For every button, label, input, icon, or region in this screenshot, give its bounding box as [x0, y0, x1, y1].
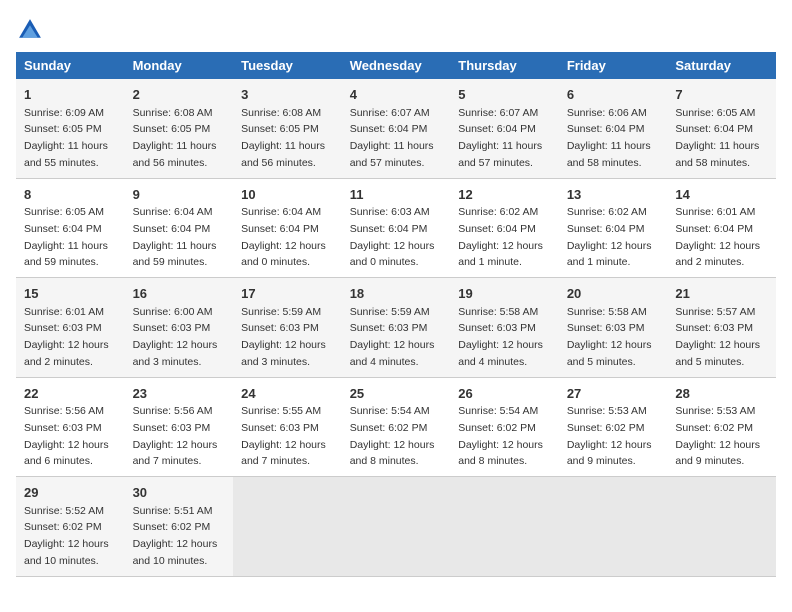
calendar-day: 16Sunrise: 6:00 AM Sunset: 6:03 PM Dayli…: [125, 278, 234, 378]
col-header-friday: Friday: [559, 52, 668, 79]
calendar-day: [667, 477, 776, 577]
calendar-day: 5Sunrise: 6:07 AM Sunset: 6:04 PM Daylig…: [450, 79, 559, 178]
calendar-table: SundayMondayTuesdayWednesdayThursdayFrid…: [16, 52, 776, 577]
calendar-day: 30Sunrise: 5:51 AM Sunset: 6:02 PM Dayli…: [125, 477, 234, 577]
col-header-wednesday: Wednesday: [342, 52, 451, 79]
calendar-day: 7Sunrise: 6:05 AM Sunset: 6:04 PM Daylig…: [667, 79, 776, 178]
calendar-day: 27Sunrise: 5:53 AM Sunset: 6:02 PM Dayli…: [559, 377, 668, 477]
col-header-monday: Monday: [125, 52, 234, 79]
col-header-sunday: Sunday: [16, 52, 125, 79]
col-header-thursday: Thursday: [450, 52, 559, 79]
calendar-day: 4Sunrise: 6:07 AM Sunset: 6:04 PM Daylig…: [342, 79, 451, 178]
header-row: SundayMondayTuesdayWednesdayThursdayFrid…: [16, 52, 776, 79]
calendar-day: 18Sunrise: 5:59 AM Sunset: 6:03 PM Dayli…: [342, 278, 451, 378]
calendar-header: SundayMondayTuesdayWednesdayThursdayFrid…: [16, 52, 776, 79]
col-header-tuesday: Tuesday: [233, 52, 342, 79]
logo: [16, 16, 48, 44]
calendar-day: 14Sunrise: 6:01 AM Sunset: 6:04 PM Dayli…: [667, 178, 776, 278]
col-header-saturday: Saturday: [667, 52, 776, 79]
calendar-day: 15Sunrise: 6:01 AM Sunset: 6:03 PM Dayli…: [16, 278, 125, 378]
week-row: 22Sunrise: 5:56 AM Sunset: 6:03 PM Dayli…: [16, 377, 776, 477]
calendar-day: 21Sunrise: 5:57 AM Sunset: 6:03 PM Dayli…: [667, 278, 776, 378]
calendar-day: 24Sunrise: 5:55 AM Sunset: 6:03 PM Dayli…: [233, 377, 342, 477]
calendar-day: 9Sunrise: 6:04 AM Sunset: 6:04 PM Daylig…: [125, 178, 234, 278]
calendar-day: 23Sunrise: 5:56 AM Sunset: 6:03 PM Dayli…: [125, 377, 234, 477]
calendar-day: 2Sunrise: 6:08 AM Sunset: 6:05 PM Daylig…: [125, 79, 234, 178]
calendar-day: 3Sunrise: 6:08 AM Sunset: 6:05 PM Daylig…: [233, 79, 342, 178]
calendar-day: 29Sunrise: 5:52 AM Sunset: 6:02 PM Dayli…: [16, 477, 125, 577]
calendar-day: 1Sunrise: 6:09 AM Sunset: 6:05 PM Daylig…: [16, 79, 125, 178]
week-row: 15Sunrise: 6:01 AM Sunset: 6:03 PM Dayli…: [16, 278, 776, 378]
week-row: 8Sunrise: 6:05 AM Sunset: 6:04 PM Daylig…: [16, 178, 776, 278]
page-header: [16, 16, 776, 44]
calendar-day: 10Sunrise: 6:04 AM Sunset: 6:04 PM Dayli…: [233, 178, 342, 278]
calendar-body: 1Sunrise: 6:09 AM Sunset: 6:05 PM Daylig…: [16, 79, 776, 576]
calendar-day: [450, 477, 559, 577]
calendar-day: 8Sunrise: 6:05 AM Sunset: 6:04 PM Daylig…: [16, 178, 125, 278]
calendar-day: 22Sunrise: 5:56 AM Sunset: 6:03 PM Dayli…: [16, 377, 125, 477]
calendar-day: 6Sunrise: 6:06 AM Sunset: 6:04 PM Daylig…: [559, 79, 668, 178]
calendar-day: 13Sunrise: 6:02 AM Sunset: 6:04 PM Dayli…: [559, 178, 668, 278]
week-row: 1Sunrise: 6:09 AM Sunset: 6:05 PM Daylig…: [16, 79, 776, 178]
calendar-day: 11Sunrise: 6:03 AM Sunset: 6:04 PM Dayli…: [342, 178, 451, 278]
calendar-day: 12Sunrise: 6:02 AM Sunset: 6:04 PM Dayli…: [450, 178, 559, 278]
calendar-day: [559, 477, 668, 577]
calendar-day: 26Sunrise: 5:54 AM Sunset: 6:02 PM Dayli…: [450, 377, 559, 477]
calendar-day: 19Sunrise: 5:58 AM Sunset: 6:03 PM Dayli…: [450, 278, 559, 378]
logo-icon: [16, 16, 44, 44]
calendar-day: [342, 477, 451, 577]
calendar-day: 28Sunrise: 5:53 AM Sunset: 6:02 PM Dayli…: [667, 377, 776, 477]
calendar-day: 17Sunrise: 5:59 AM Sunset: 6:03 PM Dayli…: [233, 278, 342, 378]
week-row: 29Sunrise: 5:52 AM Sunset: 6:02 PM Dayli…: [16, 477, 776, 577]
calendar-day: 20Sunrise: 5:58 AM Sunset: 6:03 PM Dayli…: [559, 278, 668, 378]
calendar-day: [233, 477, 342, 577]
calendar-day: 25Sunrise: 5:54 AM Sunset: 6:02 PM Dayli…: [342, 377, 451, 477]
